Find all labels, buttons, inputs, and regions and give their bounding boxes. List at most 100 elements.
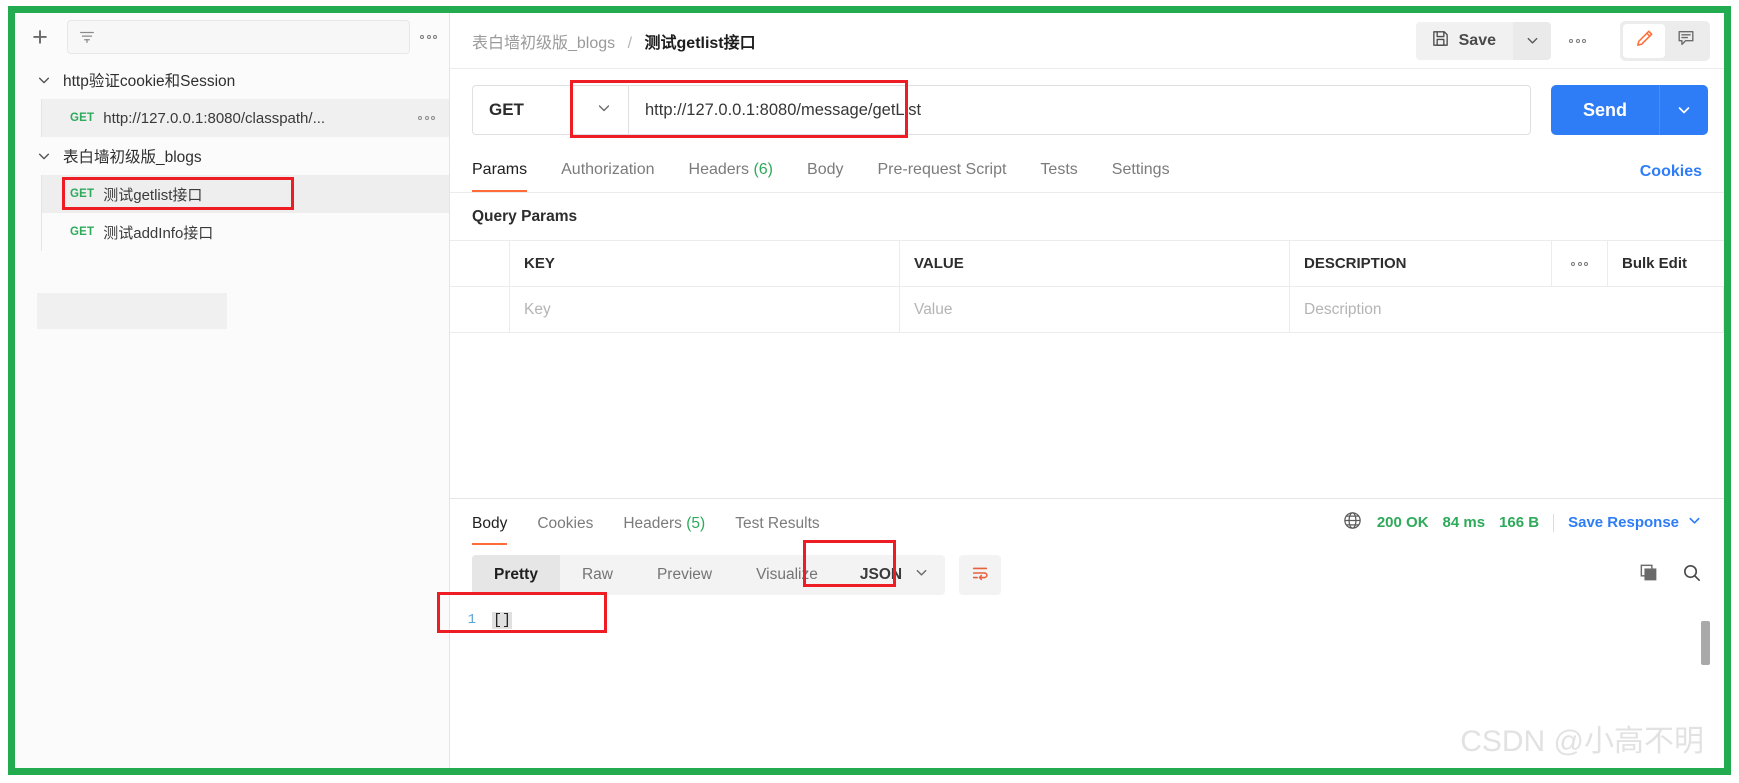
tab-label: Body xyxy=(472,515,508,532)
line-number: 1 xyxy=(467,612,476,628)
bulk-edit-button[interactable]: Bulk Edit xyxy=(1608,241,1724,286)
select-all-cell[interactable] xyxy=(450,241,510,286)
sidebar-empty-placeholder xyxy=(37,293,227,329)
tab-body[interactable]: Body xyxy=(807,161,843,192)
request-method-badge: GET xyxy=(70,188,95,200)
breadcrumb-request: 测试getlist接口 xyxy=(644,34,756,52)
http-method-select[interactable]: GET xyxy=(472,85,628,135)
sidebar-more-options-button[interactable] xyxy=(420,35,437,39)
response-view-segments: Pretty Raw Preview Visualize JSON xyxy=(472,555,946,595)
wrap-lines-button[interactable] xyxy=(959,555,1002,595)
save-options-button[interactable] xyxy=(1513,21,1551,60)
response-size: 166 B xyxy=(1499,514,1540,531)
save-response-button[interactable]: Save Response xyxy=(1568,513,1702,532)
copy-icon xyxy=(1638,564,1659,587)
send-button-group: Send xyxy=(1550,85,1708,135)
chevron-down-icon xyxy=(914,565,929,585)
url-input[interactable]: http://127.0.0.1:8080/message/getList xyxy=(628,85,1531,135)
view-raw-button[interactable]: Raw xyxy=(560,555,635,595)
sidebar-request-getlist[interactable]: GET 测试getlist接口 xyxy=(41,175,449,213)
send-button[interactable]: Send xyxy=(1551,85,1660,135)
request-tabs: Params Authorization Headers (6) Body Pr… xyxy=(450,149,1724,193)
request-more-options-button[interactable] xyxy=(1569,38,1586,43)
sidebar-collection-blogs[interactable]: 表白墙初级版_blogs xyxy=(15,137,449,175)
floppy-disk-icon xyxy=(1431,29,1450,53)
sidebar-request-addinfo[interactable]: GET 测试addInfo接口 xyxy=(41,213,449,251)
send-options-button[interactable] xyxy=(1660,85,1708,135)
sidebar-filter[interactable] xyxy=(67,20,410,54)
request-method-badge: GET xyxy=(70,226,95,238)
more-options-icon xyxy=(1571,261,1588,266)
view-toggle-group xyxy=(1620,20,1710,61)
tab-label: Settings xyxy=(1111,161,1170,178)
comments-button[interactable] xyxy=(1665,24,1707,58)
breadcrumb: 表白墙初级版_blogs / 测试getlist接口 xyxy=(472,29,756,53)
tab-settings[interactable]: Settings xyxy=(1112,161,1170,192)
view-preview-button[interactable]: Preview xyxy=(635,555,734,595)
chevron-down-icon xyxy=(1687,513,1702,532)
search-button[interactable] xyxy=(1681,562,1702,588)
chevron-down-icon xyxy=(37,149,51,163)
response-tab-body[interactable]: Body xyxy=(472,515,508,545)
request-body-spacer xyxy=(450,333,1724,498)
table-more-options-button[interactable] xyxy=(1552,241,1608,286)
chevron-down-icon xyxy=(596,100,612,121)
response-time: 84 ms xyxy=(1442,514,1486,531)
new-item-button[interactable]: + xyxy=(23,20,57,54)
postman-window: + http验证cookie和Session GET http://127.0.… xyxy=(0,0,1739,783)
key-input[interactable]: Key xyxy=(510,287,900,332)
chevron-down-icon xyxy=(37,73,51,87)
response-tab-headers[interactable]: Headers (5) xyxy=(623,515,705,545)
tab-headers[interactable]: Headers (6) xyxy=(689,161,774,192)
tab-label: Headers xyxy=(623,515,682,532)
sidebar-collection-http-session[interactable]: http验证cookie和Session xyxy=(15,61,449,99)
save-button[interactable]: Save xyxy=(1415,21,1513,60)
request-method-badge: GET xyxy=(70,112,95,124)
row-checkbox-cell[interactable] xyxy=(450,287,510,332)
response-meta: 200 OK 84 ms 166 B Save Response xyxy=(1342,510,1702,545)
breadcrumb-collection[interactable]: 表白墙初级版_blogs xyxy=(472,35,615,52)
edit-mode-button[interactable] xyxy=(1623,23,1665,58)
description-input[interactable]: Description xyxy=(1290,287,1724,332)
value-input[interactable]: Value xyxy=(900,287,1290,332)
view-visualize-button[interactable]: Visualize xyxy=(734,555,840,595)
tab-authorization[interactable]: Authorization xyxy=(561,161,654,192)
save-response-label: Save Response xyxy=(1568,514,1679,531)
tab-label: Cookies xyxy=(537,515,594,532)
tab-params[interactable]: Params xyxy=(472,161,528,192)
header-actions: Save xyxy=(1415,20,1710,61)
response-language-value: JSON xyxy=(859,566,903,583)
breadcrumb-separator: / xyxy=(627,34,633,52)
tab-label: Pre-request Script xyxy=(877,161,1007,178)
sidebar-request-classpath[interactable]: GET http://127.0.0.1:8080/classpath/... xyxy=(41,99,449,137)
sidebar-collection-label: http验证cookie和Session xyxy=(63,73,236,90)
json-empty-array: [] xyxy=(492,611,513,629)
response-scrollbar[interactable] xyxy=(1701,621,1710,665)
tab-label: Body xyxy=(807,161,844,178)
filter-icon xyxy=(78,28,96,46)
tab-tests[interactable]: Tests xyxy=(1040,161,1077,192)
view-pretty-button[interactable]: Pretty xyxy=(472,555,560,595)
tab-label: Authorization xyxy=(561,161,655,178)
sidebar-request-label: 测试getlist接口 xyxy=(103,186,203,204)
query-params-table: KEY VALUE DESCRIPTION Bulk Edit Key Valu… xyxy=(450,240,1724,333)
copy-button[interactable] xyxy=(1638,562,1659,588)
comment-icon xyxy=(1676,28,1696,53)
divider xyxy=(1553,513,1555,532)
response-body-code[interactable]: 1 [] xyxy=(450,599,1724,768)
response-tab-cookies[interactable]: Cookies xyxy=(537,515,593,545)
sidebar: + http验证cookie和Session GET http://127.0.… xyxy=(15,13,450,768)
tab-label: Params xyxy=(472,161,528,178)
response-tab-test-results[interactable]: Test Results xyxy=(735,515,819,545)
table-row[interactable]: Key Value Description xyxy=(450,287,1724,333)
tab-pre-request-script[interactable]: Pre-request Script xyxy=(877,161,1006,192)
sidebar-filter-input[interactable] xyxy=(104,29,399,45)
http-method-value: GET xyxy=(489,100,524,119)
request-more-options-button[interactable] xyxy=(418,116,435,120)
main-panel: 表白墙初级版_blogs / 测试getlist接口 Save GET http… xyxy=(450,13,1724,768)
response-language-select[interactable]: JSON xyxy=(840,555,945,595)
tab-label: Test Results xyxy=(735,515,820,532)
cookies-link[interactable]: Cookies xyxy=(1640,163,1702,192)
column-header-key: KEY xyxy=(510,241,900,286)
response-panel: Body Cookies Headers (5) Test Results 20… xyxy=(450,498,1724,768)
